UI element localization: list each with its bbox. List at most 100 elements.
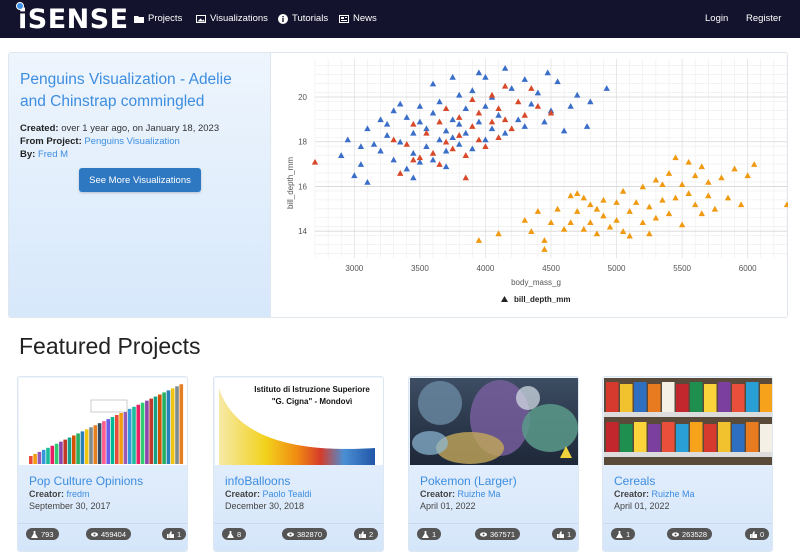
data-point[interactable] [783,201,788,208]
data-point[interactable] [705,192,712,199]
register-link[interactable]: Register [746,13,781,24]
likes-badge[interactable]: 0 [745,528,770,540]
project-card[interactable]: Cereals Creator: Ruizhe Ma April 01, 202… [602,376,773,552]
data-point[interactable] [698,210,705,217]
login-link[interactable]: Login [705,13,728,24]
data-point[interactable] [646,203,653,210]
data-point[interactable] [429,149,437,156]
see-more-visualizations-button[interactable]: See More Visualizations [79,168,201,192]
data-point[interactable] [377,147,384,154]
data-point[interactable] [410,129,417,136]
data-point[interactable] [541,237,548,243]
data-point[interactable] [600,212,607,219]
data-point[interactable] [442,105,450,111]
project-title[interactable]: Pop Culture Opinions [29,474,143,488]
data-point[interactable] [456,120,463,127]
creator-link[interactable]: Paolo Tealdi [263,489,312,499]
data-point[interactable] [603,85,610,91]
data-point[interactable] [469,123,476,129]
data-point[interactable] [567,219,574,226]
data-point[interactable] [469,87,476,94]
author-link[interactable]: Fred M [38,149,68,160]
nav-tutorials[interactable]: Tutorials [278,13,328,24]
x-tick-label: 4000 [477,264,495,273]
data-point[interactable] [508,85,515,91]
data-point[interactable] [410,156,417,163]
creator-link[interactable]: fredm [67,489,90,499]
project-card[interactable]: Pokemon (Larger) Creator: Ruizhe Ma Apri… [408,376,579,552]
data-point[interactable] [495,111,502,118]
data-point[interactable] [311,158,319,165]
data-point[interactable] [383,120,391,127]
data-point[interactable] [652,176,660,183]
creator-link[interactable]: Ruizhe Ma [458,489,501,499]
data-point[interactable] [547,219,555,226]
likes-badge[interactable]: 1 [552,528,577,540]
data-point[interactable] [416,102,424,109]
data-point[interactable] [521,76,528,82]
data-point[interactable] [534,102,542,109]
data-point[interactable] [678,221,686,228]
data-point[interactable] [410,174,417,181]
data-point[interactable] [456,132,463,138]
thumb-bar [136,404,141,464]
thumb-bar [140,402,145,464]
data-point[interactable] [541,246,548,252]
data-point[interactable] [685,158,692,165]
project-link[interactable]: Penguins Visualization [84,136,179,147]
data-point[interactable] [410,149,417,156]
data-point[interactable] [403,165,410,172]
data-point[interactable] [403,114,410,120]
data-point[interactable] [442,147,450,154]
nav-news[interactable]: News [339,13,377,24]
nav-visualizations[interactable]: Visualizations [196,13,268,24]
data-point[interactable] [567,192,574,199]
data-point[interactable] [410,120,417,127]
data-point[interactable] [521,123,528,129]
data-point[interactable] [528,85,535,91]
data-point[interactable] [554,78,561,85]
project-title[interactable]: Cereals [614,474,655,488]
project-title[interactable]: Pokemon (Larger) [420,474,517,488]
data-point[interactable] [475,69,483,76]
data-point[interactable] [462,129,469,136]
project-stats: 1 367571 1 [409,523,578,543]
data-point[interactable] [501,129,509,136]
thumb-bar [29,456,33,464]
data-point[interactable] [521,111,528,118]
data-point[interactable] [672,194,679,201]
data-point[interactable] [724,194,732,201]
project-card[interactable]: Istituto di Istruzione Superiore "G. Cig… [213,376,384,552]
project-title[interactable]: infoBalloons [225,474,290,488]
data-point[interactable] [731,165,738,172]
likes-badge[interactable]: 1 [162,528,187,540]
data-point[interactable] [462,105,469,111]
data-point[interactable] [587,201,594,208]
data-point[interactable] [567,102,574,109]
data-point[interactable] [390,156,397,163]
project-card[interactable]: Pop Culture Opinions Creator: fredm Sept… [17,376,188,552]
thumb-bar [59,441,63,464]
data-point[interactable] [383,132,391,138]
data-point[interactable] [639,219,646,226]
visualization-title[interactable]: Penguins Visualization - Adelie and Chin… [20,69,260,113]
data-point[interactable] [587,219,594,226]
data-point[interactable] [718,174,725,181]
data-point[interactable] [692,201,699,208]
creator-link[interactable]: Ruizhe Ma [652,489,695,499]
data-point[interactable] [456,114,463,120]
data-point[interactable] [475,237,483,243]
data-point[interactable] [544,69,551,76]
chart-legend[interactable]: bill_depth_mm [501,295,570,304]
data-point[interactable] [737,201,745,208]
data-point[interactable] [665,210,673,217]
data-point[interactable] [482,102,489,109]
data-point[interactable] [429,156,437,163]
data-point[interactable] [583,123,591,129]
data-point[interactable] [495,105,502,111]
data-point[interactable] [580,194,587,201]
data-point[interactable] [462,174,469,181]
nav-projects[interactable]: Projects [134,13,182,24]
likes-badge[interactable]: 2 [354,528,379,540]
isense-logo[interactable]: iSENSE [16,2,129,35]
